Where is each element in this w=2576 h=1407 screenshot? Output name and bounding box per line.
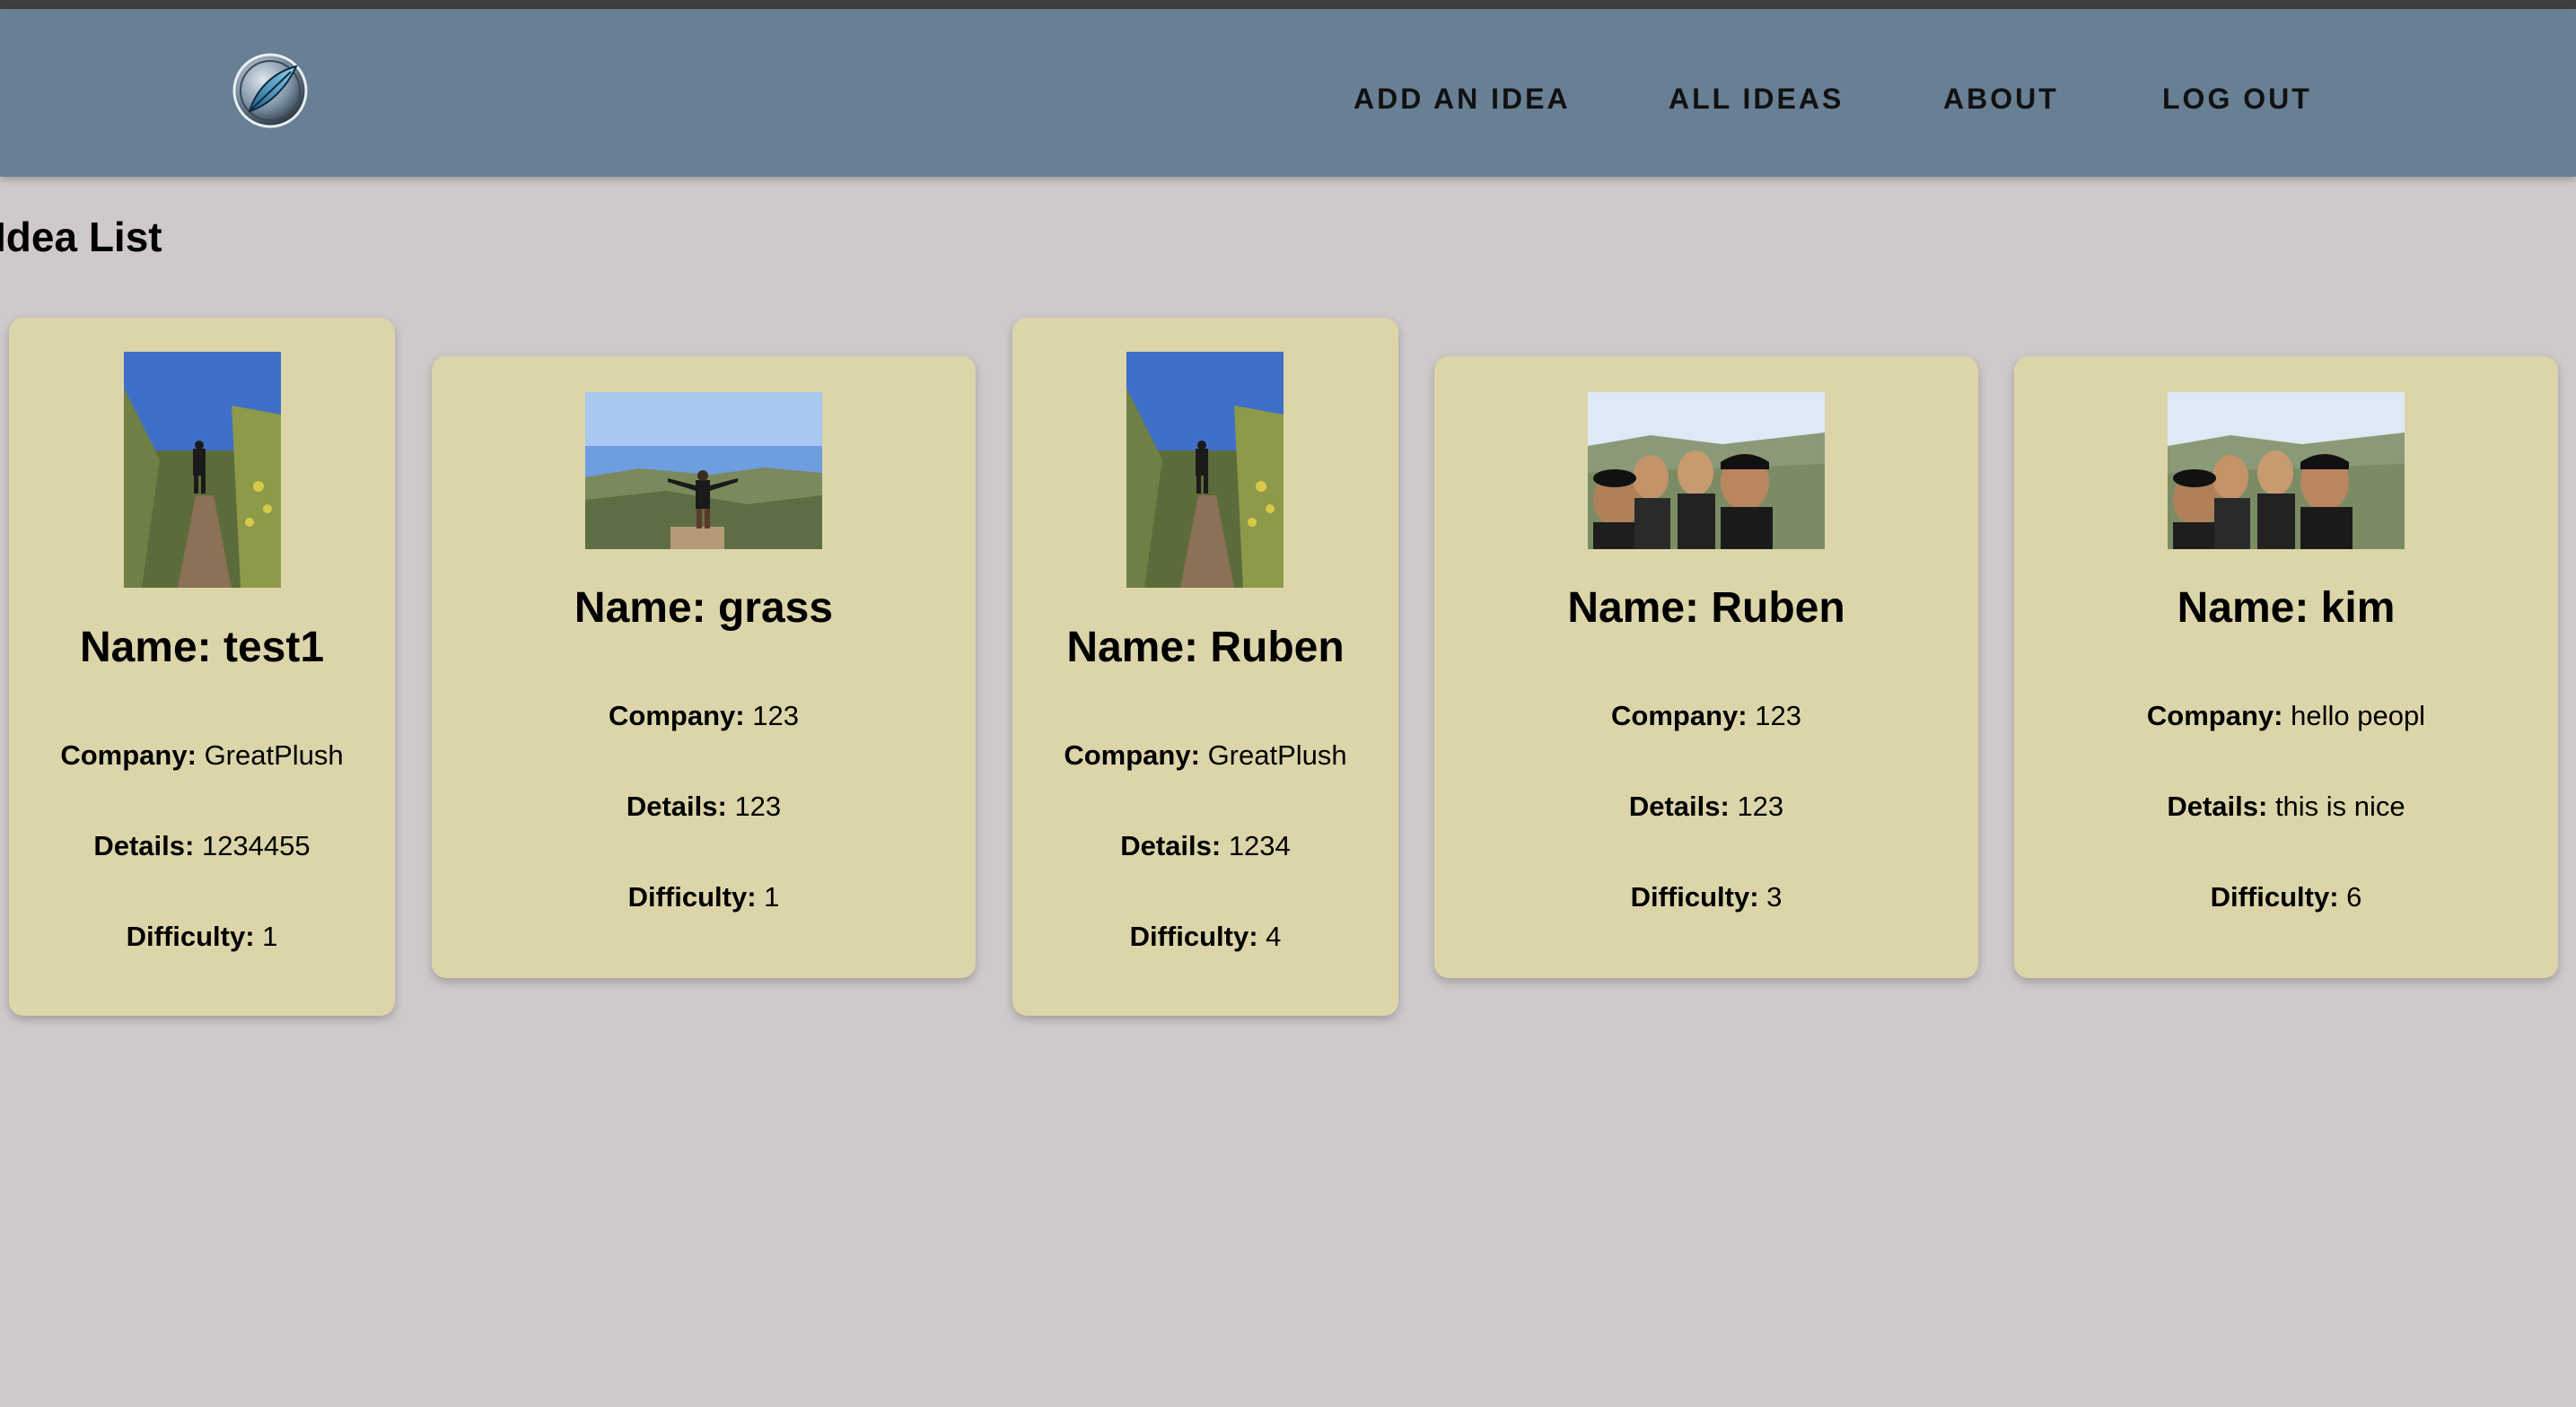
details-label: Details:	[1628, 791, 1730, 822]
difficulty-value: 6	[2346, 881, 2362, 913]
idea-card[interactable]: Name: kim Company: hello peopl Details: …	[2014, 356, 2558, 978]
nav-add-an-idea-link[interactable]: ADD AN IDEA	[1354, 83, 1571, 116]
card-difficulty: Difficulty: 4	[1012, 921, 1398, 953]
details-label: Details:	[1120, 830, 1222, 861]
card-name: Name: test1	[79, 624, 325, 671]
company-label: Company:	[1611, 700, 1748, 731]
card-company: Company: GreatPlush	[9, 739, 395, 772]
idea-card[interactable]: Name: Ruben Company: 123 Details: 123 Di…	[1434, 356, 1978, 978]
page-title: Idea List	[0, 214, 162, 260]
card-difficulty: Difficulty: 1	[432, 881, 976, 913]
details-value: 1234	[1228, 830, 1291, 861]
logo-icon[interactable]	[232, 52, 309, 129]
nav-all-ideas-link[interactable]: ALL IDEAS	[1669, 83, 1844, 116]
card-name: Name: Ruben	[1066, 624, 1345, 671]
difficulty-label: Difficulty:	[1129, 921, 1258, 952]
company-value: GreatPlush	[1207, 739, 1347, 771]
card-difficulty: Difficulty: 6	[2014, 881, 2558, 913]
card-company: Company: hello peopl	[2014, 700, 2558, 732]
company-value: GreatPlush	[204, 739, 344, 771]
hilltop-person-photo	[585, 392, 822, 549]
company-label: Company:	[2146, 700, 2283, 731]
company-label: Company:	[609, 700, 745, 731]
details-label: Details:	[2167, 791, 2268, 822]
card-details: Details: 123	[432, 791, 976, 823]
difficulty-value: 3	[1766, 881, 1783, 913]
group-selfie-photo	[1588, 392, 1825, 549]
group-selfie-photo	[2168, 392, 2405, 549]
difficulty-value: 1	[262, 921, 278, 952]
card-name: Name: Ruben	[1567, 584, 1845, 632]
difficulty-label: Difficulty:	[126, 921, 255, 952]
card-details: Details: 1234455	[9, 830, 395, 862]
nav-about-link[interactable]: ABOUT	[1943, 83, 2059, 116]
company-label: Company:	[1064, 739, 1200, 771]
details-label: Details:	[93, 830, 195, 861]
company-value: 123	[752, 700, 799, 731]
idea-card[interactable]: Name: Ruben Company: GreatPlush Details:…	[1012, 318, 1398, 1016]
hiking-trail-photo	[124, 352, 281, 588]
difficulty-label: Difficulty:	[1630, 881, 1759, 913]
card-name: Name: kim	[2177, 584, 2396, 632]
difficulty-label: Difficulty:	[627, 881, 757, 913]
details-label: Details:	[626, 791, 727, 822]
card-name: Name: grass	[574, 584, 834, 632]
card-details: Details: 1234	[1012, 830, 1398, 862]
card-company: Company: 123	[432, 700, 976, 732]
nav-log-out-link[interactable]: LOG OUT	[2162, 83, 2312, 116]
card-difficulty: Difficulty: 3	[1434, 881, 1978, 913]
window-top-strip	[0, 0, 2576, 9]
card-company: Company: 123	[1434, 700, 1978, 732]
details-value: 123	[1737, 791, 1784, 822]
hiking-trail-photo	[1126, 352, 1284, 588]
company-label: Company:	[60, 739, 197, 771]
details-value: this is nice	[2274, 791, 2405, 822]
difficulty-value: 1	[764, 881, 780, 913]
card-difficulty: Difficulty: 1	[9, 921, 395, 953]
card-details: Details: this is nice	[2014, 791, 2558, 823]
details-value: 123	[734, 791, 782, 822]
card-company: Company: GreatPlush	[1012, 739, 1398, 772]
card-details: Details: 123	[1434, 791, 1978, 823]
difficulty-value: 4	[1266, 921, 1282, 952]
difficulty-label: Difficulty:	[2210, 881, 2339, 913]
idea-card[interactable]: Name: grass Company: 123 Details: 123 Di…	[432, 356, 976, 978]
idea-card[interactable]: Name: test1 Company: GreatPlush Details:…	[9, 318, 395, 1016]
details-value: 1234455	[201, 830, 311, 861]
company-value: 123	[1755, 700, 1801, 731]
company-value: hello peopl	[2291, 700, 2426, 731]
navbar: ADD AN IDEA ALL IDEAS ABOUT LOG OUT	[0, 9, 2576, 177]
